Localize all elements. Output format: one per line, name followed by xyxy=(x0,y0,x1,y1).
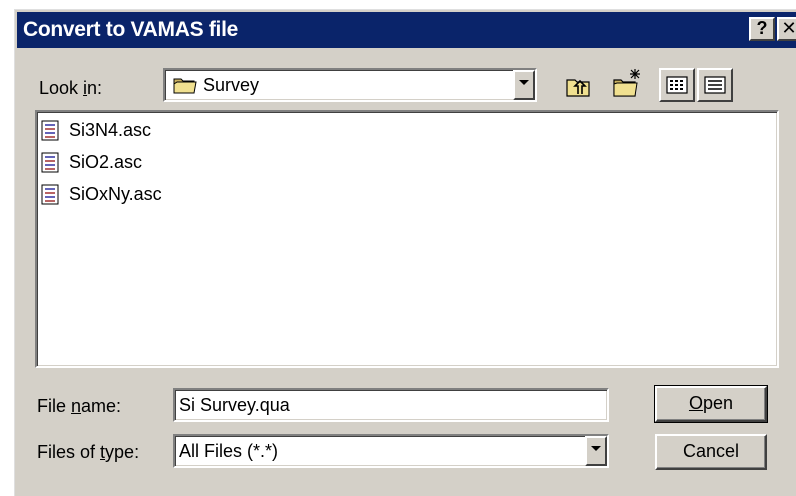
new-folder-icon xyxy=(611,69,643,104)
up-one-level-button[interactable] xyxy=(563,70,595,102)
close-icon: ✕ xyxy=(781,18,796,38)
list-view-button[interactable] xyxy=(659,68,695,102)
list-view-icon xyxy=(661,76,693,104)
file-type-label: Files of type: xyxy=(37,442,140,462)
look-in-value: Survey xyxy=(203,75,260,95)
file-name-field[interactable]: Si Survey.qua xyxy=(173,388,609,422)
file-list[interactable]: Si3N4.asc SiO2.asc SiOxNy.asc xyxy=(35,110,779,368)
file-name: SiO2.asc xyxy=(69,152,143,172)
folder-icon xyxy=(173,75,197,95)
close-button[interactable]: ✕ xyxy=(777,17,796,41)
help-icon: ? xyxy=(756,18,768,38)
asc-file-icon xyxy=(41,152,61,174)
open-button[interactable]: Open xyxy=(654,385,768,423)
file-name: Si3N4.asc xyxy=(69,120,152,140)
up-one-level-icon xyxy=(563,79,595,106)
file-type-value: All Files (*.*) xyxy=(179,441,279,461)
file-type-select[interactable]: All Files (*.*) xyxy=(173,434,609,468)
asc-file-icon xyxy=(41,120,61,142)
asc-file-icon xyxy=(41,184,61,206)
look-in-dropdown-button[interactable] xyxy=(513,70,535,100)
details-view-button[interactable] xyxy=(697,68,733,102)
cancel-button[interactable]: Cancel xyxy=(655,434,767,470)
help-button[interactable]: ? xyxy=(749,17,775,41)
file-type-dropdown-button[interactable] xyxy=(585,436,607,466)
file-name-value: Si Survey.qua xyxy=(179,395,290,415)
window-title: Convert to VAMAS file xyxy=(23,18,238,41)
file-name: SiOxNy.asc xyxy=(69,184,162,204)
look-in-combo[interactable]: Survey xyxy=(163,68,537,102)
details-view-icon xyxy=(699,76,731,104)
convert-dialog: Convert to VAMAS file ? ✕ Look in: Surve… xyxy=(14,9,796,496)
new-folder-button[interactable] xyxy=(611,66,643,98)
file-name-label: File name: xyxy=(37,396,122,416)
look-in-label: Look in: xyxy=(39,78,103,98)
title-bar[interactable]: Convert to VAMAS file ? ✕ xyxy=(17,12,796,48)
